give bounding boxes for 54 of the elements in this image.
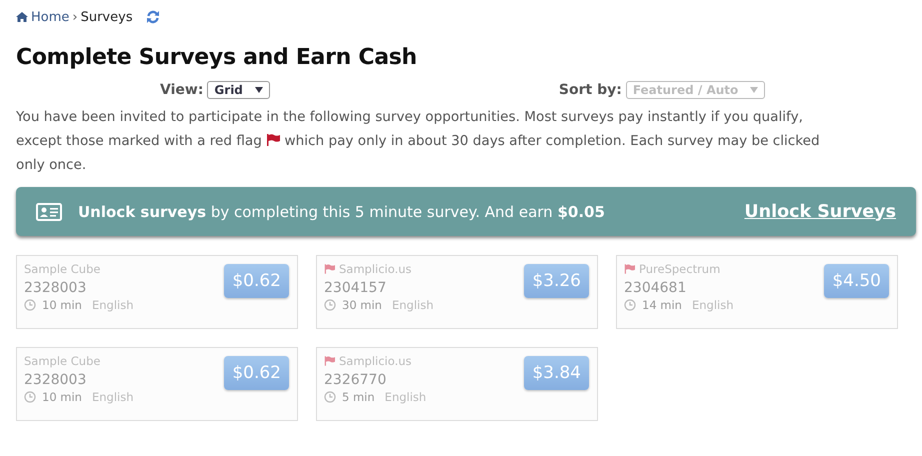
price-badge: $3.26 xyxy=(524,264,589,298)
flag-icon xyxy=(266,134,280,146)
duration: 10 min xyxy=(42,390,82,404)
intro-text: You have been invited to participate in the following survey opportunities. Most surveys pay instantly if you qualify, xyxy=(16,109,803,125)
provider-name: Samplicio.us xyxy=(339,262,412,276)
view-label: View: xyxy=(160,82,204,98)
view-dropdown[interactable]: Grid xyxy=(207,81,270,99)
survey-id: 2328003 xyxy=(24,280,88,296)
language: English xyxy=(692,298,734,312)
caret-icon xyxy=(750,87,758,93)
unlock-surveys-link[interactable]: Unlock Surveys xyxy=(744,202,896,222)
clock-icon xyxy=(624,299,636,311)
survey-card[interactable]: Samplicio.us 2304157 30 min English $3.26 xyxy=(316,255,598,329)
language: English xyxy=(384,390,426,404)
price-badge: $0.62 xyxy=(224,264,289,298)
clock-icon xyxy=(24,391,36,403)
survey-id: 2304681 xyxy=(624,280,688,296)
provider-name: Samplicio.us xyxy=(339,354,412,368)
breadcrumb-separator: › xyxy=(72,10,78,24)
clock-icon xyxy=(324,299,336,311)
price-badge: $4.50 xyxy=(824,264,889,298)
provider-name: Sample Cube xyxy=(24,354,100,368)
duration: 14 min xyxy=(642,298,682,312)
clock-icon xyxy=(324,391,336,403)
survey-card[interactable]: PureSpectrum 2304681 14 min English $4.50 xyxy=(616,255,898,329)
survey-id: 2304157 xyxy=(324,280,388,296)
banner-text: Unlock surveys by completing this 5 minute survey. And earn $0.05 xyxy=(78,202,606,220)
provider-name: PureSpectrum xyxy=(639,262,720,276)
caret-icon xyxy=(254,87,263,93)
current-page: Surveys xyxy=(80,10,133,24)
survey-id: 2326770 xyxy=(324,372,388,388)
home-link[interactable]: Home xyxy=(31,10,70,24)
page-title: Complete Surveys and Earn Cash xyxy=(16,45,418,70)
refresh-icon[interactable] xyxy=(146,10,160,24)
price-badge: $0.62 xyxy=(224,356,289,390)
survey-card[interactable]: Samplicio.us 2326770 5 min English $3.84 xyxy=(316,347,598,421)
duration: 30 min xyxy=(342,298,382,312)
intro-text: except those marked with a red flag xyxy=(16,133,262,149)
survey-card[interactable]: Sample Cube 2328003 10 min English $0.62 xyxy=(16,347,298,421)
id-card-icon xyxy=(36,202,62,220)
duration: 10 min xyxy=(42,298,82,312)
duration: 5 min xyxy=(342,390,375,404)
language: English xyxy=(92,390,134,404)
intro-text: only once. xyxy=(16,157,86,173)
intro-text: which pay only in about 30 days after completion. Each survey may be clicked xyxy=(284,133,820,149)
sort-label: Sort by: xyxy=(558,82,622,98)
home-icon xyxy=(16,12,28,22)
language: English xyxy=(92,298,134,312)
price-badge: $3.84 xyxy=(524,356,589,390)
clock-icon xyxy=(24,299,36,311)
survey-card[interactable]: Sample Cube 2328003 10 min English $0.62 xyxy=(16,255,298,329)
provider-name: Sample Cube xyxy=(24,262,100,276)
survey-id: 2328003 xyxy=(24,372,88,388)
language: English xyxy=(392,298,434,312)
